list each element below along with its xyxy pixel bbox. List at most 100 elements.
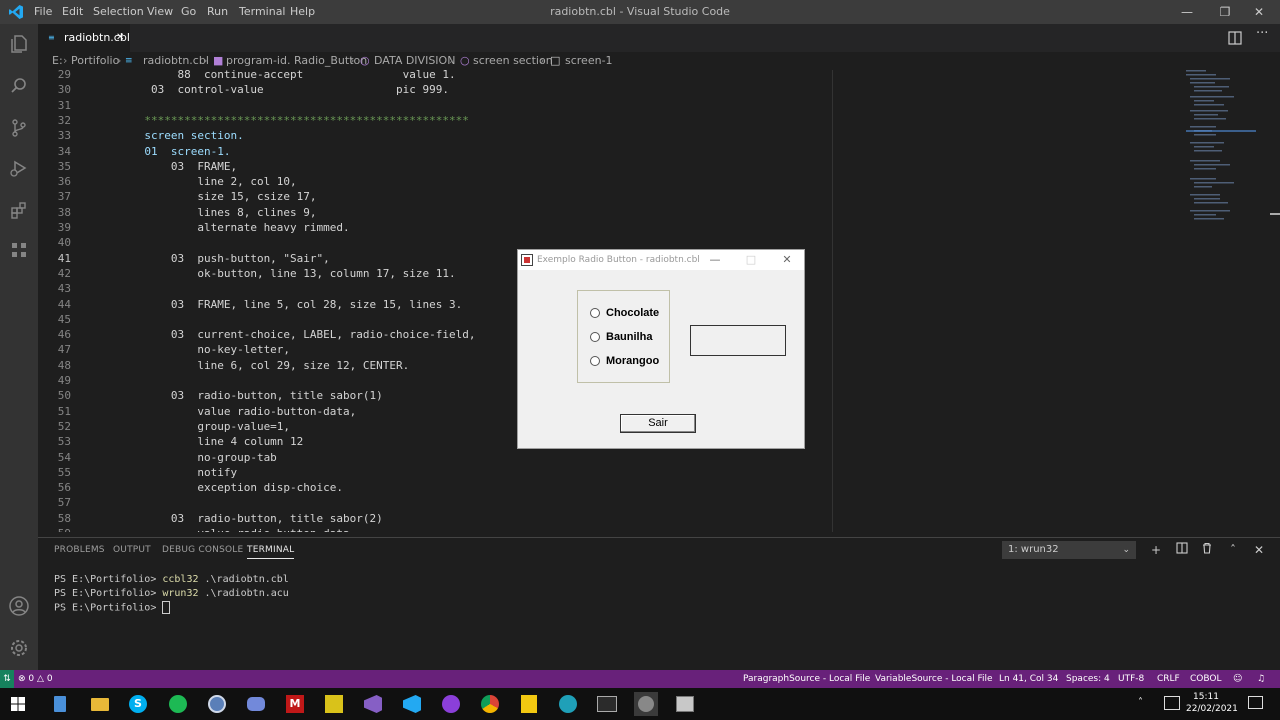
cobol-file-icon: ≡ <box>125 56 133 66</box>
chrome-icon[interactable] <box>478 692 502 716</box>
code-line: value radio-button-data, <box>98 404 357 418</box>
file-explorer-icon[interactable] <box>88 692 112 716</box>
notifications-bell-icon[interactable]: ♫ <box>1257 670 1265 688</box>
extensions-icon[interactable] <box>0 190 38 230</box>
account-icon[interactable] <box>0 586 38 626</box>
spotify-icon[interactable] <box>166 692 190 716</box>
current-choice-label <box>690 325 786 356</box>
dialog-title-bar[interactable]: Exemplo Radio Button - radiobtn.cbl — □ … <box>518 250 804 270</box>
tab-radiobtn-cbl[interactable]: ≡ radiobtn.cbl ✕ <box>38 24 130 52</box>
line-number: 37 <box>57 190 71 204</box>
terminal-line[interactable]: PS E:\Portifolio> <box>54 601 171 615</box>
breadcrumb-program-id[interactable]: program-id. Radio_Button <box>226 52 367 70</box>
menu-file[interactable]: File <box>34 0 52 24</box>
radio-morangoo[interactable]: Morangoo <box>590 354 674 368</box>
split-editor-icon[interactable] <box>1228 30 1244 46</box>
menu-edit[interactable]: Edit <box>62 0 83 24</box>
breadcrumb-portifolio[interactable]: Portifolio <box>71 52 119 70</box>
chevron-down-icon: ⌄ <box>1122 545 1130 555</box>
run-debug-icon[interactable] <box>0 148 38 188</box>
code-line: group-value=1, <box>98 419 291 433</box>
tab-output[interactable]: OUTPUT <box>113 538 151 562</box>
variable-source[interactable]: VariableSource - Local File <box>875 670 993 688</box>
close-panel-icon[interactable]: ✕ <box>1250 541 1268 559</box>
discord-icon[interactable] <box>244 692 268 716</box>
terminal-select-value: 1: wrun32 <box>1008 544 1059 555</box>
problems-count[interactable]: ⊗ 0 △ 0 <box>18 670 53 688</box>
tab-problems[interactable]: PROBLEMS <box>54 538 105 562</box>
editor-tab-bar: ≡ radiobtn.cbl ✕ ··· <box>38 24 1280 52</box>
menu-run[interactable]: Run <box>207 0 228 24</box>
windows-start-icon[interactable] <box>6 692 30 716</box>
app-window-taskbar-icon[interactable] <box>673 692 697 716</box>
terminal-taskbar-icon[interactable] <box>595 692 619 716</box>
language-mode[interactable]: COBOL <box>1190 670 1221 688</box>
chevron-up-icon[interactable]: ˆ <box>1224 541 1242 559</box>
skype-icon[interactable]: S <box>126 692 150 716</box>
indentation[interactable]: Spaces: 4 <box>1066 670 1110 688</box>
settings-gear-icon[interactable] <box>0 628 38 668</box>
chevron-right-icon: › <box>63 54 68 67</box>
line-number: 56 <box>57 481 71 495</box>
encoding[interactable]: UTF-8 <box>1118 670 1144 688</box>
breadcrumb-drive[interactable]: E: <box>52 52 63 70</box>
code-line: size 15, csize 17, <box>98 190 317 204</box>
line-number: 33 <box>57 129 71 143</box>
line-number: 44 <box>57 297 71 311</box>
puzzle-app-icon[interactable] <box>322 692 346 716</box>
dialog-minimize-icon[interactable]: — <box>700 250 730 270</box>
terminal-select[interactable]: 1: wrun32 ⌄ <box>1002 541 1136 559</box>
code-line: 01 screen-1. <box>98 144 231 158</box>
obs-icon[interactable] <box>205 692 229 716</box>
vscode-taskbar-icon[interactable] <box>400 692 424 716</box>
menu-help[interactable]: Help <box>290 0 315 24</box>
new-terminal-plus-icon[interactable]: + <box>1147 541 1165 559</box>
paragraph-source[interactable]: ParagraphSource - Local File <box>743 670 870 688</box>
line-number: 57 <box>57 496 71 510</box>
search-icon[interactable] <box>0 66 38 106</box>
more-actions-icon[interactable]: ··· <box>1256 26 1268 41</box>
tab-terminal[interactable]: TERMINAL <box>247 538 295 559</box>
trash-icon[interactable] <box>1198 541 1216 559</box>
minimap[interactable] <box>1180 70 1272 240</box>
network-icon[interactable] <box>1164 696 1180 710</box>
radio-chocolate[interactable]: Chocolate <box>590 306 674 320</box>
menu-go[interactable]: Go <box>181 0 196 24</box>
mcafee-icon[interactable]: M <box>283 692 307 716</box>
tray-chevron-up-icon[interactable]: ˄ <box>1138 697 1143 708</box>
breadcrumb-data-division[interactable]: DATA DIVISION <box>374 52 455 70</box>
cursor-position[interactable]: Ln 41, Col 34 <box>999 670 1058 688</box>
breadcrumb-screen-1[interactable]: screen-1 <box>565 52 613 70</box>
dialog-close-icon[interactable]: ✕ <box>772 250 802 270</box>
source-control-icon[interactable] <box>0 108 38 148</box>
radio-baunilha[interactable]: Baunilha <box>590 330 674 344</box>
podcast-app-icon[interactable] <box>439 692 463 716</box>
feedback-icon[interactable]: ☺ <box>1233 670 1242 688</box>
sair-button[interactable]: Sair <box>620 414 696 433</box>
split-terminal-icon[interactable] <box>1173 541 1191 559</box>
clock[interactable]: 15:11 22/02/2021 <box>1186 691 1238 715</box>
remote-indicator-icon[interactable]: ⇅ <box>0 670 14 688</box>
tab-close-icon[interactable]: ✕ <box>116 24 124 52</box>
power-bi-icon[interactable] <box>517 692 541 716</box>
scrollbar-thumb[interactable] <box>1270 213 1280 215</box>
breadcrumb-file[interactable]: radiobtn.cbl <box>143 52 209 70</box>
explorer-icon[interactable] <box>0 24 38 64</box>
calculator-icon[interactable] <box>48 692 72 716</box>
notification-center-icon[interactable] <box>1248 696 1263 709</box>
menu-selection[interactable]: Selection <box>93 0 144 24</box>
menu-view[interactable]: View <box>147 0 173 24</box>
line-ending[interactable]: CRLF <box>1157 670 1180 688</box>
error-icon: ⊗ <box>18 674 26 684</box>
close-icon[interactable]: ✕ <box>1236 0 1280 24</box>
edge-icon[interactable] <box>556 692 580 716</box>
menu-terminal[interactable]: Terminal <box>239 0 286 24</box>
code-line: no-group-tab <box>98 450 277 464</box>
wrun32-taskbar-icon[interactable] <box>634 692 658 716</box>
remote-explorer-icon[interactable] <box>0 230 38 270</box>
symbol-icon: ■ <box>213 54 224 67</box>
line-number: 47 <box>57 343 71 357</box>
visual-studio-icon[interactable] <box>361 692 385 716</box>
line-number: 31 <box>57 98 71 112</box>
tab-debug-console[interactable]: DEBUG CONSOLE <box>162 538 243 562</box>
